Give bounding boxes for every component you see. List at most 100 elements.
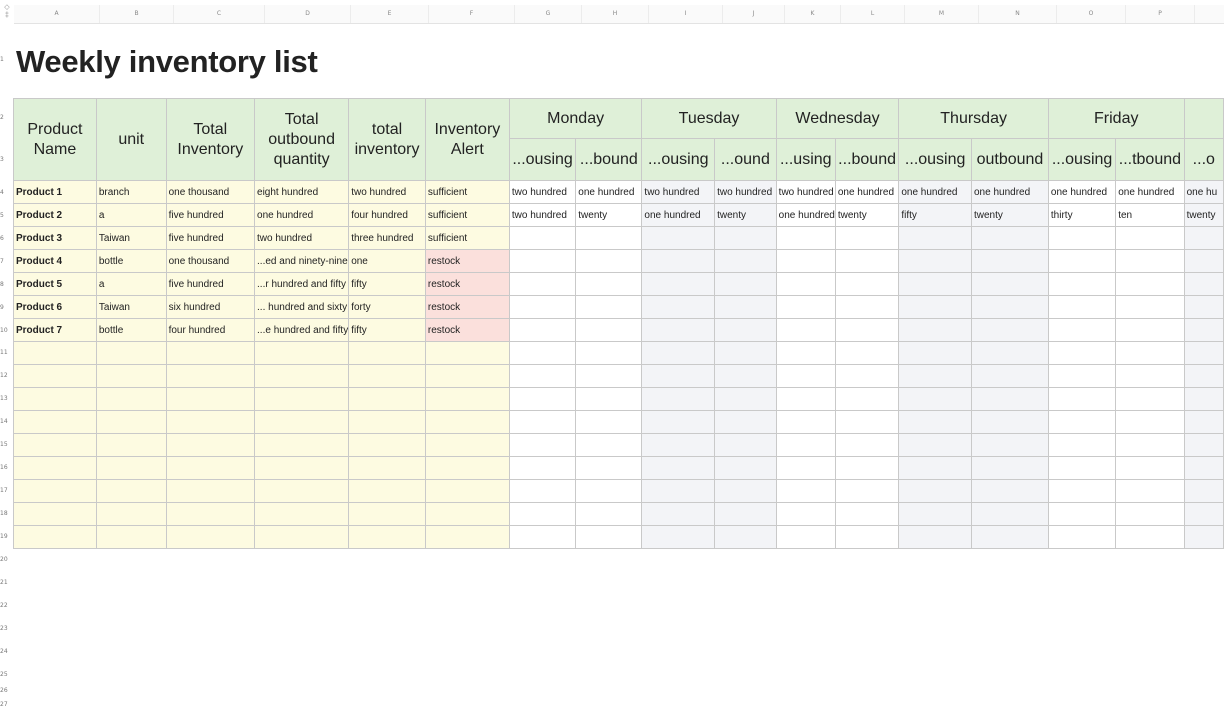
cell-day-value[interactable]: one hundred xyxy=(1115,180,1185,204)
cell-day-value[interactable] xyxy=(1115,272,1185,296)
cell-outbound[interactable]: ... hundred and sixty xyxy=(254,295,350,319)
cell-day-value[interactable] xyxy=(714,249,777,273)
empty-cell[interactable] xyxy=(348,433,426,457)
cell-unit[interactable]: bottle xyxy=(95,318,167,342)
cell-unit[interactable]: Taiwan xyxy=(95,226,167,250)
empty-cell[interactable] xyxy=(424,456,510,480)
empty-cell[interactable] xyxy=(834,410,900,434)
row-number[interactable]: 9 xyxy=(0,303,12,313)
row-number[interactable]: 27 xyxy=(0,700,12,708)
empty-cell[interactable] xyxy=(834,479,900,503)
cell-day-value[interactable] xyxy=(1115,318,1185,342)
empty-cell[interactable] xyxy=(775,364,836,388)
cell-day-value[interactable] xyxy=(1047,226,1117,250)
cell-alert[interactable]: restock xyxy=(424,318,510,342)
empty-cell[interactable] xyxy=(575,341,643,365)
row-number[interactable]: 4 xyxy=(0,188,12,198)
empty-cell[interactable] xyxy=(971,410,1049,434)
cell-day-value[interactable] xyxy=(1115,295,1185,319)
cell-day-value[interactable]: two hundred xyxy=(641,180,716,204)
cell-day-value[interactable] xyxy=(641,318,716,342)
cell-name[interactable]: Product 7 xyxy=(13,318,97,342)
cell-day-value[interactable] xyxy=(834,295,900,319)
empty-cell[interactable] xyxy=(641,341,716,365)
cell-day-value[interactable]: one hu xyxy=(1183,180,1224,204)
empty-cell[interactable] xyxy=(714,341,777,365)
empty-cell[interactable] xyxy=(1047,479,1117,503)
cell-day-value[interactable] xyxy=(508,226,577,250)
column-letter[interactable]: E xyxy=(351,5,429,23)
cell-day-value[interactable] xyxy=(971,249,1049,273)
subheader-cell[interactable]: ...ousing xyxy=(898,138,972,181)
empty-cell[interactable] xyxy=(775,479,836,503)
row-number[interactable]: 23 xyxy=(0,624,12,634)
cell-day-value[interactable] xyxy=(641,226,716,250)
empty-cell[interactable] xyxy=(641,364,716,388)
empty-cell[interactable] xyxy=(1183,479,1224,503)
empty-cell[interactable] xyxy=(508,525,577,549)
empty-cell[interactable] xyxy=(834,364,900,388)
cell-alert[interactable]: restock xyxy=(424,249,510,273)
cell-name[interactable]: Product 4 xyxy=(13,249,97,273)
empty-cell[interactable] xyxy=(1047,387,1117,411)
cell-inv[interactable]: two hundred xyxy=(348,180,426,204)
cell-day-value[interactable] xyxy=(1183,272,1224,296)
cell-day-value[interactable] xyxy=(1183,318,1224,342)
cell-total[interactable]: five hundred xyxy=(165,272,256,296)
empty-cell[interactable] xyxy=(575,525,643,549)
empty-cell[interactable] xyxy=(348,387,426,411)
header-unit[interactable]: unit xyxy=(95,98,167,181)
empty-cell[interactable] xyxy=(641,456,716,480)
empty-cell[interactable] xyxy=(95,364,167,388)
cell-day-value[interactable] xyxy=(898,318,972,342)
cell-day-value[interactable] xyxy=(1047,272,1117,296)
cell-day-value[interactable] xyxy=(834,318,900,342)
cell-day-value[interactable] xyxy=(1115,249,1185,273)
select-all-corner[interactable]: ◇ ‡ xyxy=(0,4,14,22)
empty-cell[interactable] xyxy=(575,456,643,480)
row-number[interactable]: 13 xyxy=(0,394,12,404)
header-inventory-alert[interactable]: Inventory Alert xyxy=(424,98,510,181)
row-number[interactable]: 19 xyxy=(0,532,12,542)
cell-day-value[interactable]: twenty xyxy=(1183,203,1224,227)
empty-cell[interactable] xyxy=(714,525,777,549)
cell-day-value[interactable] xyxy=(1183,295,1224,319)
row-number[interactable]: 20 xyxy=(0,555,12,565)
empty-cell[interactable] xyxy=(1183,410,1224,434)
empty-cell[interactable] xyxy=(775,341,836,365)
cell-outbound[interactable]: two hundred xyxy=(254,226,350,250)
cell-total[interactable]: five hundred xyxy=(165,226,256,250)
cell-day-value[interactable]: ten xyxy=(1115,203,1185,227)
cell-day-value[interactable]: two hundred xyxy=(508,203,577,227)
empty-cell[interactable] xyxy=(834,456,900,480)
header-day-friday[interactable]: Friday xyxy=(1047,98,1185,139)
subheader-cell[interactable]: outbound xyxy=(971,138,1049,181)
cell-day-value[interactable] xyxy=(714,295,777,319)
cell-day-value[interactable] xyxy=(575,295,643,319)
cell-outbound[interactable]: ...r hundred and fifty xyxy=(254,272,350,296)
cell-day-value[interactable] xyxy=(575,226,643,250)
empty-cell[interactable] xyxy=(95,410,167,434)
empty-cell[interactable] xyxy=(254,433,350,457)
subheader-cell[interactable]: ...using xyxy=(775,138,836,181)
cell-day-value[interactable]: twenty xyxy=(575,203,643,227)
cell-day-value[interactable] xyxy=(714,226,777,250)
empty-cell[interactable] xyxy=(898,387,972,411)
empty-cell[interactable] xyxy=(95,479,167,503)
empty-cell[interactable] xyxy=(1115,456,1185,480)
empty-cell[interactable] xyxy=(971,364,1049,388)
cell-alert[interactable]: sufficient xyxy=(424,180,510,204)
row-number[interactable]: 18 xyxy=(0,509,12,519)
empty-cell[interactable] xyxy=(775,433,836,457)
cell-day-value[interactable]: one hundred xyxy=(834,180,900,204)
row-number[interactable]: 22 xyxy=(0,601,12,611)
cell-day-value[interactable]: two hundred xyxy=(508,180,577,204)
empty-cell[interactable] xyxy=(348,341,426,365)
subheader-cell[interactable]: ...bound xyxy=(575,138,643,181)
empty-cell[interactable] xyxy=(165,433,256,457)
row-number[interactable]: 21 xyxy=(0,578,12,588)
empty-cell[interactable] xyxy=(575,433,643,457)
header-day-thursday[interactable]: Thursday xyxy=(898,98,1049,139)
empty-cell[interactable] xyxy=(424,502,510,526)
empty-cell[interactable] xyxy=(834,502,900,526)
